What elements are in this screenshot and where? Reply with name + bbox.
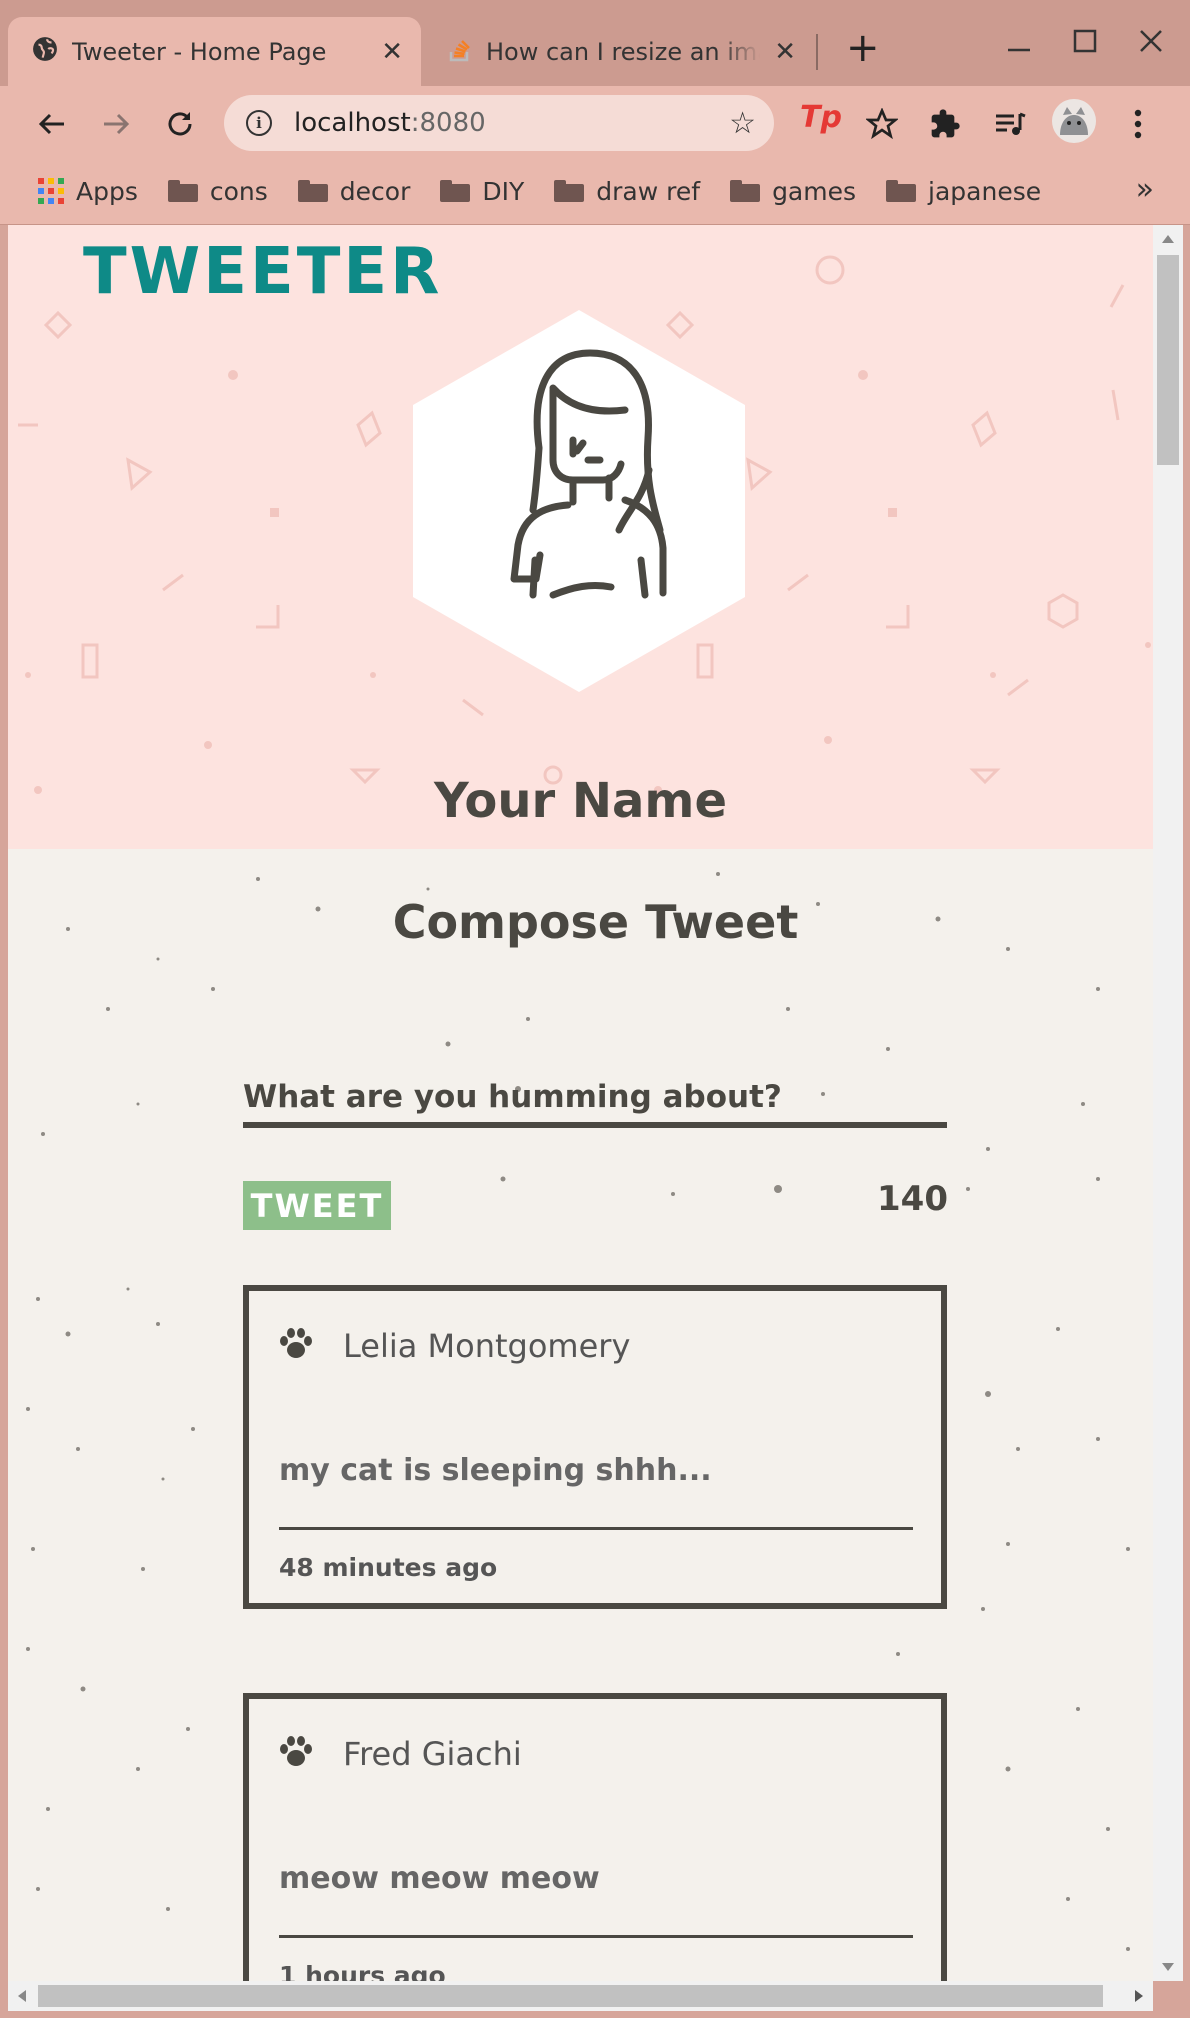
tab-stackoverflow[interactable]: How can I resize an image ✕ <box>424 17 814 86</box>
reload-icon[interactable] <box>160 104 200 144</box>
back-arrow-icon[interactable] <box>32 104 72 144</box>
bookmark-label: japanese <box>928 176 1042 206</box>
tab-separator <box>816 34 818 70</box>
page-viewport: TWEETER Your Name Compose Tweet What are… <box>8 225 1153 1981</box>
apps-grid-icon <box>38 178 64 204</box>
bookmark-decor[interactable]: decor <box>297 176 411 206</box>
close-tab-icon[interactable]: ✕ <box>774 37 796 67</box>
scroll-left-icon[interactable] <box>18 1990 26 2002</box>
media-queue-icon[interactable] <box>990 104 1030 144</box>
menu-kebab-icon[interactable] <box>1118 104 1158 144</box>
globe-icon <box>32 36 58 68</box>
bookmark-label: cons <box>209 176 268 206</box>
tab-title: How can I resize an image <box>486 37 760 66</box>
profile-avatar-icon[interactable] <box>1052 99 1096 143</box>
bookmark-japanese[interactable]: japanese <box>886 177 1041 206</box>
tab-title: Tweeter - Home Page <box>72 37 327 66</box>
forward-arrow-icon[interactable] <box>96 104 136 144</box>
browser-window: Tweeter - Home Page ✕ How can I resize a… <box>0 0 1190 2018</box>
tweet-input[interactable] <box>243 1072 947 1128</box>
folder-icon <box>554 180 585 202</box>
tweet-card: Lelia Montgomery my cat is sleeping shhh… <box>243 1285 947 1609</box>
profile-name: Your Name <box>433 773 727 829</box>
bookmark-label: DIY <box>482 176 525 206</box>
character-counter: 140 <box>877 1179 948 1219</box>
tweet-text: meow meow meow <box>279 1861 600 1896</box>
profile-header: TWEETER Your Name <box>8 225 1153 849</box>
browser-toolbar: i localhost:8080 ☆ Tp <box>0 86 1190 158</box>
tweet-text: my cat is sleeping shhh... <box>279 1453 712 1488</box>
bookmark-star-icon[interactable]: ☆ <box>729 106 756 141</box>
bookmark-apps[interactable]: Apps <box>38 177 138 206</box>
tweet-card: Fred Giachi meow meow meow 1 hours ago <box>243 1693 947 1981</box>
bookmark-cons[interactable]: cons <box>167 176 268 206</box>
star-icon[interactable] <box>862 104 902 144</box>
bookmark-label: decor <box>339 176 411 206</box>
vertical-scrollbar[interactable] <box>1153 225 1183 1981</box>
brand-logo[interactable]: TWEETER <box>83 235 442 309</box>
stackoverflow-icon <box>448 36 472 68</box>
scroll-up-icon[interactable] <box>1162 235 1174 243</box>
paw-icon <box>279 1736 313 1772</box>
scroll-right-icon[interactable] <box>1135 1990 1143 2002</box>
tweet-header: Lelia Montgomery <box>279 1327 630 1365</box>
scroll-down-icon[interactable] <box>1162 1963 1174 1971</box>
tweet-author: Lelia Montgomery <box>343 1327 631 1365</box>
paw-icon <box>279 1328 313 1364</box>
more-bookmarks-button[interactable]: » <box>1136 172 1154 207</box>
profile-avatar <box>413 310 745 692</box>
maximize-icon[interactable] <box>1072 28 1098 61</box>
folder-icon <box>297 180 328 202</box>
bookmark-draw-ref[interactable]: draw ref <box>554 177 700 206</box>
folder-icon <box>167 180 198 202</box>
url-text[interactable]: localhost:8080 <box>294 108 729 138</box>
bookmark-label: games <box>772 176 857 206</box>
site-info-icon[interactable]: i <box>246 110 272 136</box>
tweet-divider <box>279 1527 913 1530</box>
tweet-button[interactable]: TWEET <box>243 1181 391 1230</box>
bookmark-diy[interactable]: DIY <box>440 177 524 206</box>
extensions-puzzle-icon[interactable] <box>925 104 965 144</box>
close-window-icon[interactable] <box>1138 28 1164 61</box>
bookmarks-bar: Apps cons decor DIY draw ref games japan… <box>0 158 1190 225</box>
bookmark-label: draw ref <box>596 176 701 206</box>
tweet-header: Fred Giachi <box>279 1735 522 1773</box>
tweet-author: Fred Giachi <box>343 1735 522 1773</box>
tweet-timestamp: 1 hours ago <box>279 1961 446 1981</box>
new-tab-button[interactable]: + <box>846 28 880 68</box>
tab-tweeter-home[interactable]: Tweeter - Home Page ✕ <box>8 17 421 86</box>
address-bar[interactable]: i localhost:8080 ☆ <box>224 95 774 151</box>
tab-strip: Tweeter - Home Page ✕ How can I resize a… <box>0 0 1190 86</box>
close-tab-icon[interactable]: ✕ <box>381 37 403 67</box>
bookmark-games[interactable]: games <box>730 177 856 206</box>
bookmark-label: Apps <box>76 176 138 206</box>
tweet-divider <box>279 1935 913 1938</box>
extension-tp-icon[interactable]: Tp <box>800 100 842 135</box>
folder-icon <box>730 180 761 202</box>
minimize-icon[interactable] <box>1006 28 1032 61</box>
horizontal-scrollbar[interactable] <box>8 1981 1153 2011</box>
folder-icon <box>440 180 471 202</box>
horizontal-scroll-thumb[interactable] <box>38 1985 1103 2007</box>
vertical-scroll-thumb[interactable] <box>1157 255 1179 465</box>
compose-title: Compose Tweet <box>392 895 799 949</box>
tweet-timestamp: 48 minutes ago <box>279 1553 498 1582</box>
folder-icon <box>886 180 917 202</box>
